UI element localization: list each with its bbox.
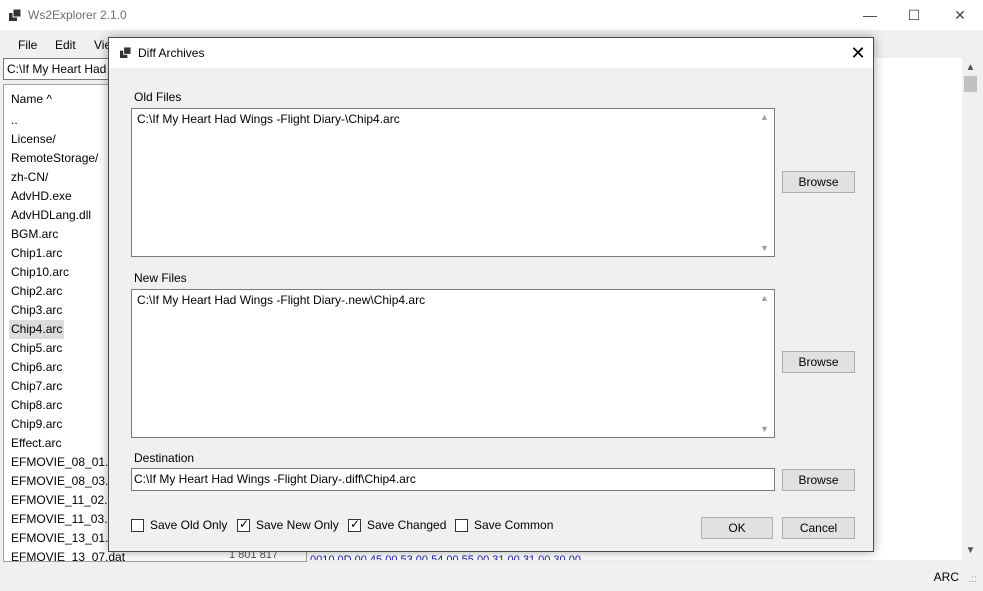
status-bar — [0, 564, 983, 591]
check-icon: ✓ — [350, 517, 361, 531]
close-button[interactable]: ✕ — [937, 0, 983, 30]
status-text: ARC — [933, 570, 959, 584]
file-list-item[interactable]: Chip9.arc — [11, 415, 62, 434]
check-icon: ✓ — [239, 517, 250, 531]
new-files-value: C:\If My Heart Had Wings -Flight Diary-.… — [137, 293, 426, 307]
file-list-item[interactable]: EFMOVIE_11_03.da — [11, 510, 121, 529]
app-title: Ws2Explorer 2.1.0 — [28, 8, 127, 22]
checkbox-label: Save New Only — [256, 518, 339, 532]
checkbox-box[interactable]: ✓ — [237, 517, 250, 532]
old-files-scrollbar[interactable]: ▲ ▼ — [756, 110, 773, 255]
old-files-textarea[interactable]: C:\If My Heart Had Wings -Flight Diary-\… — [131, 108, 775, 257]
file-list-item[interactable]: RemoteStorage/ — [11, 149, 98, 168]
menu-edit[interactable]: Edit — [55, 38, 76, 52]
scroll-thumb[interactable] — [964, 76, 977, 92]
new-files-textarea[interactable]: C:\If My Heart Had Wings -Flight Diary-.… — [131, 289, 775, 438]
ok-button[interactable]: OK — [701, 517, 773, 539]
diff-archives-dialog: Diff Archives ✕ Old Files C:\If My Heart… — [108, 37, 874, 552]
file-list-item[interactable]: Effect.arc — [11, 434, 61, 453]
old-files-label: Old Files — [134, 90, 182, 104]
checkbox-box[interactable] — [131, 519, 144, 532]
destination-input[interactable]: C:\If My Heart Had Wings -Flight Diary-.… — [131, 468, 775, 491]
checkbox-box[interactable] — [455, 519, 468, 532]
file-list-item[interactable]: BGM.arc — [11, 225, 58, 244]
file-list-item[interactable]: Chip2.arc — [11, 282, 62, 301]
scroll-down-arrow[interactable]: ▼ — [756, 241, 773, 255]
file-list-item[interactable]: EFMOVIE_08_01.da — [11, 453, 122, 472]
scroll-down-arrow[interactable]: ▼ — [962, 543, 979, 559]
resize-grip[interactable]: .:: — [969, 574, 977, 585]
dialog-title: Diff Archives — [138, 46, 205, 60]
file-list-item[interactable]: License/ — [11, 130, 56, 149]
file-list-item[interactable]: Chip8.arc — [11, 396, 62, 415]
old-files-browse-button[interactable]: Browse — [782, 171, 855, 193]
scroll-up-arrow[interactable]: ▲ — [756, 110, 773, 124]
minimize-button[interactable]: — — [847, 0, 893, 30]
vertical-scrollbar[interactable] — [962, 58, 979, 560]
file-list-item[interactable]: Chip5.arc — [11, 339, 62, 358]
destination-value: C:\If My Heart Had Wings -Flight Diary-.… — [134, 472, 416, 486]
path-text: C:\If My Heart Had — [7, 62, 107, 76]
file-list-item[interactable]: .. — [11, 111, 18, 130]
file-list-item[interactable]: Chip3.arc — [11, 301, 62, 320]
dialog-close-button[interactable]: ✕ — [843, 40, 873, 66]
scroll-up-arrow[interactable]: ▲ — [962, 60, 979, 76]
destination-browse-button[interactable]: Browse — [782, 469, 855, 491]
checkbox-label: Save Changed — [367, 518, 447, 532]
file-list-item[interactable]: Chip7.arc — [11, 377, 62, 396]
file-list-item[interactable]: Chip1.arc — [11, 244, 62, 263]
path-input[interactable]: C:\If My Heart Had — [3, 58, 109, 80]
old-files-value: C:\If My Heart Had Wings -Flight Diary-\… — [137, 112, 400, 126]
maximize-button[interactable]: ☐ — [891, 0, 937, 30]
dialog-title-bar — [109, 38, 873, 68]
scroll-up-arrow[interactable]: ▲ — [756, 291, 773, 305]
menu-file[interactable]: File — [18, 38, 37, 52]
new-files-browse-button[interactable]: Browse — [782, 351, 855, 373]
file-list-item[interactable]: AdvHDLang.dll — [11, 206, 91, 225]
file-list-item[interactable]: EFMOVIE_13_01.da — [11, 529, 122, 548]
cancel-button[interactable]: Cancel — [782, 517, 855, 539]
dialog-icon — [120, 47, 131, 58]
file-list-item[interactable]: EFMOVIE_11_02.da — [11, 491, 121, 510]
new-files-scrollbar[interactable]: ▲ ▼ — [756, 291, 773, 436]
checkbox-box[interactable]: ✓ — [348, 517, 361, 532]
checkbox-label: Save Old Only — [150, 518, 228, 532]
file-list-item[interactable]: AdvHD.exe — [11, 187, 72, 206]
scroll-down-arrow[interactable]: ▼ — [756, 422, 773, 436]
column-header-name[interactable]: Name ^ — [11, 92, 52, 106]
file-list-item[interactable]: Chip4.arc — [9, 320, 65, 339]
file-list-item[interactable]: Chip10.arc — [11, 263, 69, 282]
app-icon — [9, 9, 21, 21]
title-bar — [0, 0, 983, 30]
file-list-item[interactable]: EFMOVIE_08_03.da — [11, 472, 122, 491]
file-list-item[interactable]: zh-CN/ — [11, 168, 48, 187]
checkbox-label: Save Common — [474, 518, 554, 532]
new-files-label: New Files — [134, 271, 187, 285]
hex-row: 0010 0D 00 45 00 53 00 54 00 55 00 31 00… — [310, 554, 581, 560]
file-list-item[interactable]: Chip6.arc — [11, 358, 62, 377]
destination-label: Destination — [134, 451, 195, 465]
